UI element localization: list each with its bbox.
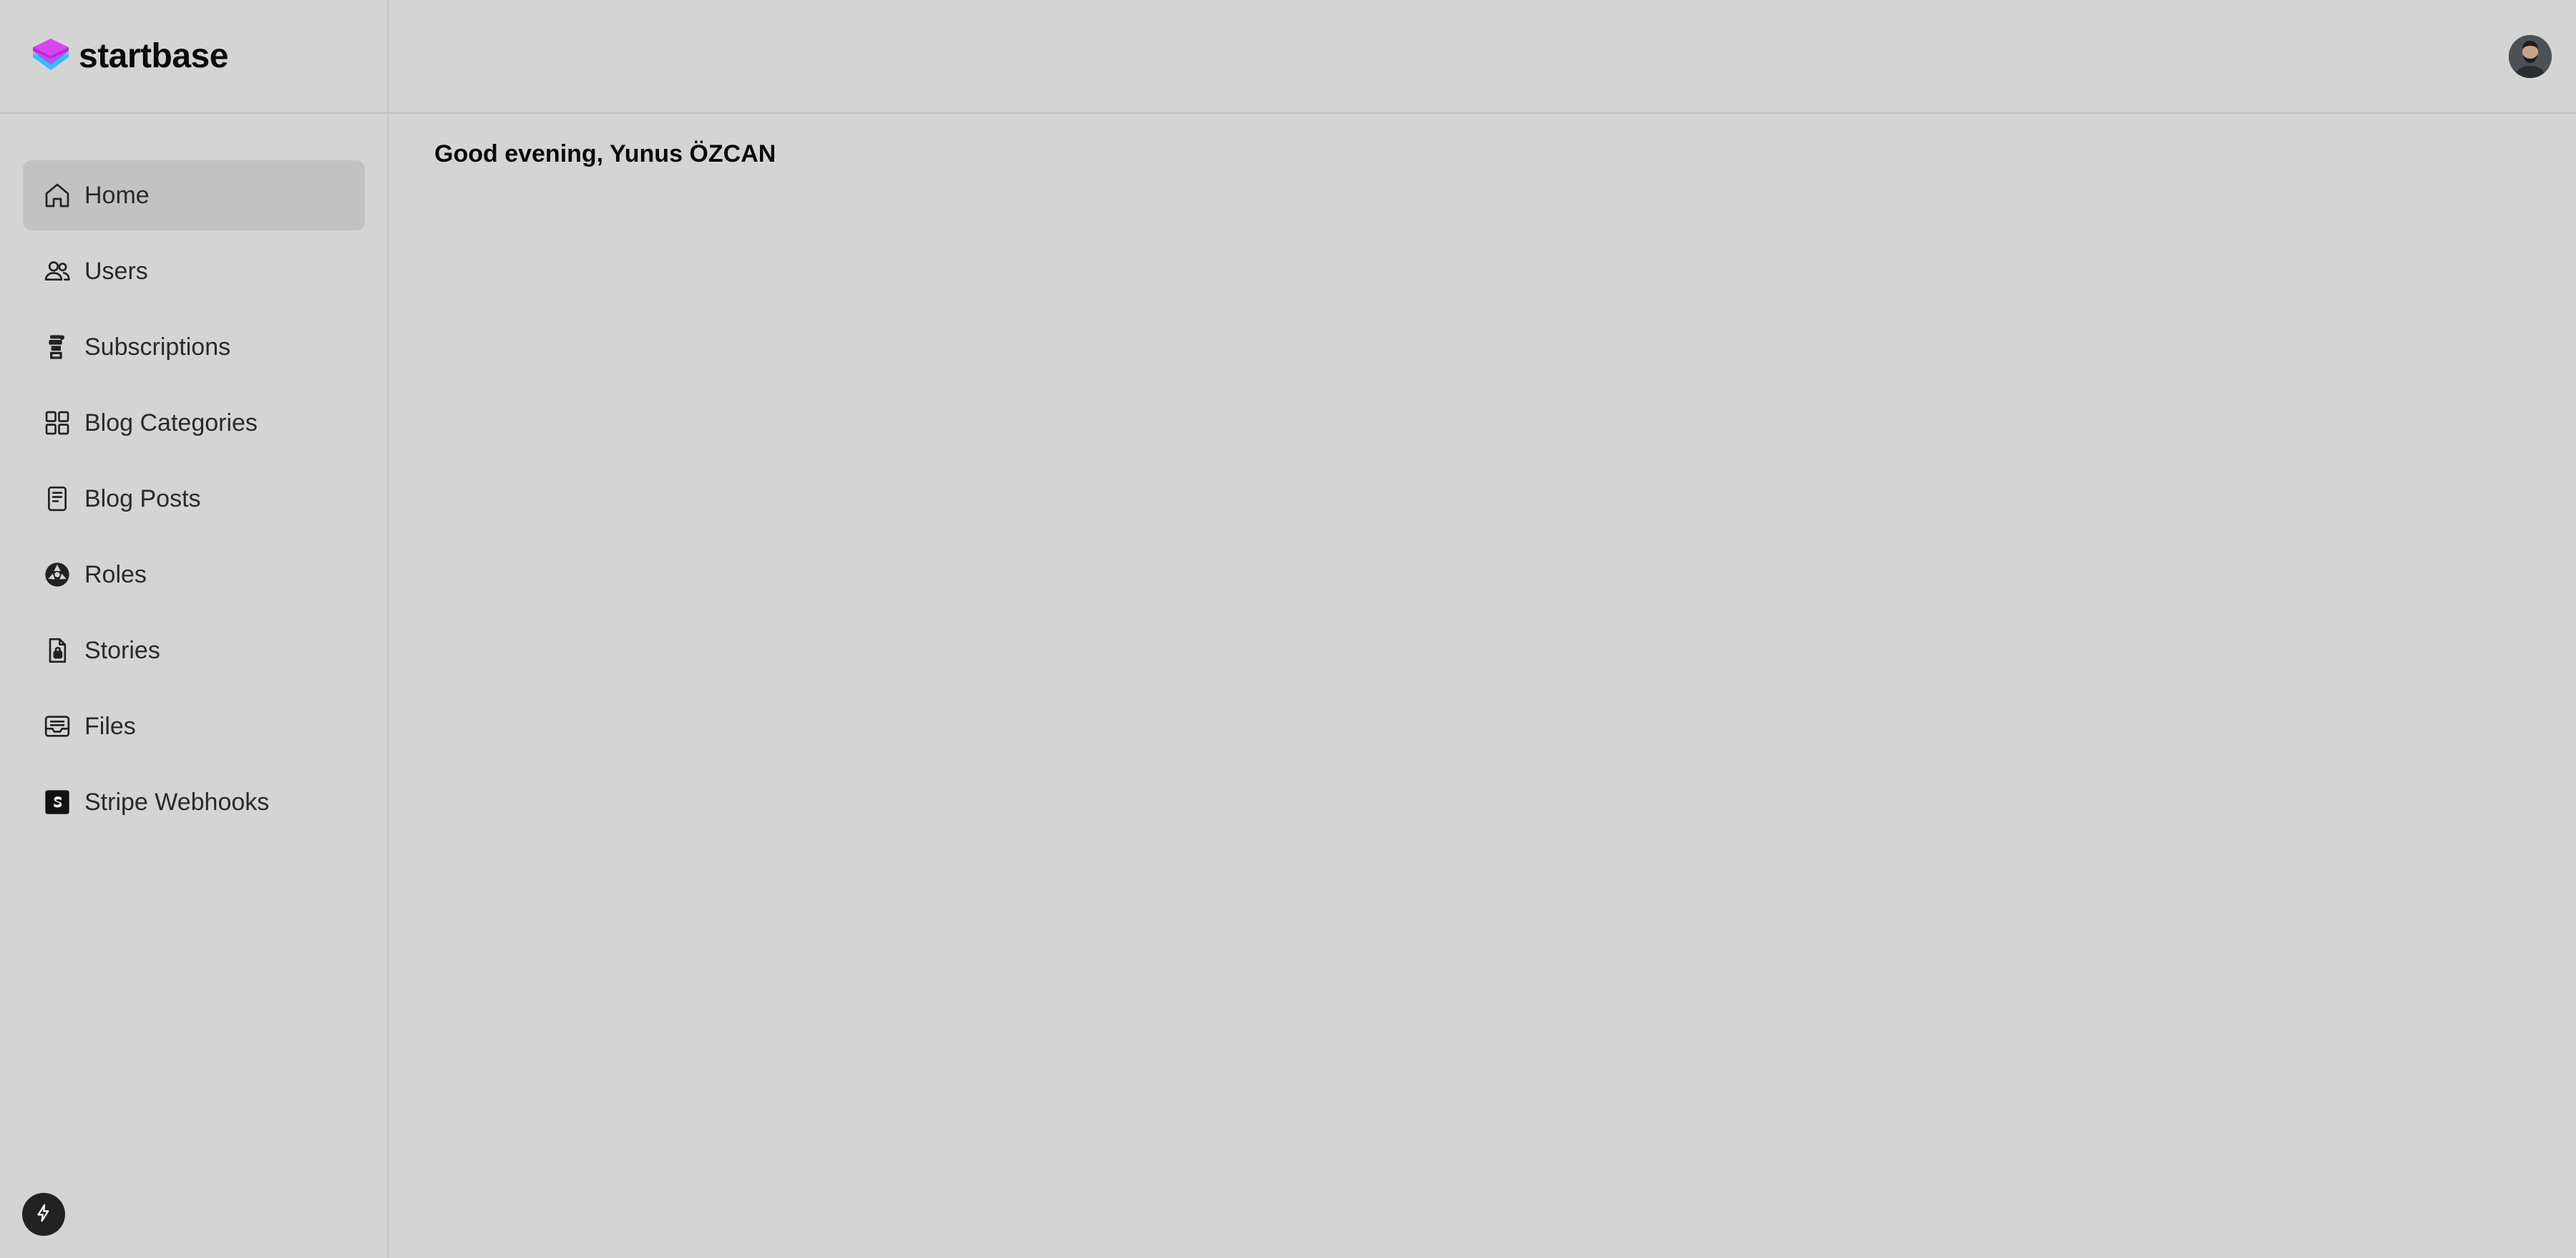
- sidebar-item-label: Files: [84, 712, 136, 740]
- layers-stack-icon: [30, 36, 72, 77]
- sidebar-item-stories[interactable]: Stories: [23, 615, 365, 686]
- sidebar-item-roles[interactable]: Roles: [23, 540, 365, 610]
- sidebar-item-label: Stories: [84, 636, 160, 664]
- sidebar-item-label: Users: [84, 257, 148, 285]
- bolt-icon: [33, 1202, 54, 1227]
- sidebar-nav: Home Users Subscriptions Blog Categories…: [23, 160, 365, 843]
- grid-icon: [43, 409, 72, 437]
- sidebar-item-label: Subscriptions: [84, 333, 231, 361]
- document-icon: [43, 484, 72, 513]
- subscriptions-icon: [43, 333, 72, 361]
- app-shell: startbase Home Users Subscriptions Blog …: [0, 0, 2576, 1258]
- sidebar-item-users[interactable]: Users: [23, 236, 365, 306]
- sidebar-item-subscriptions[interactable]: Subscriptions: [23, 312, 365, 382]
- roles-icon: [43, 560, 72, 589]
- sidebar-item-stripe-webhooks[interactable]: Stripe Webhooks: [23, 767, 365, 837]
- top-bar: [389, 0, 2576, 114]
- home-icon: [43, 181, 72, 210]
- user-avatar[interactable]: [2509, 35, 2552, 78]
- file-lock-icon: [43, 636, 72, 665]
- brand-name: startbase: [79, 37, 228, 75]
- sidebar-item-files[interactable]: Files: [23, 691, 365, 761]
- sidebar-item-label: Home: [84, 181, 150, 209]
- stripe-icon: [43, 788, 72, 816]
- users-icon: [43, 257, 72, 286]
- sidebar: startbase Home Users Subscriptions Blog …: [0, 0, 389, 1258]
- bolt-button[interactable]: [22, 1193, 65, 1236]
- sidebar-item-blog-categories[interactable]: Blog Categories: [23, 388, 365, 458]
- inbox-icon: [43, 712, 72, 741]
- brand[interactable]: startbase: [0, 0, 387, 114]
- sidebar-item-label: Roles: [84, 560, 147, 588]
- sidebar-item-label: Stripe Webhooks: [84, 788, 270, 816]
- sidebar-item-label: Blog Posts: [84, 484, 201, 512]
- greeting-heading: Good evening, Yunus ÖZCAN: [434, 140, 776, 167]
- sidebar-item-home[interactable]: Home: [23, 160, 365, 230]
- main-content: Good evening, Yunus ÖZCAN: [389, 115, 2576, 1258]
- sidebar-item-blog-posts[interactable]: Blog Posts: [23, 464, 365, 534]
- sidebar-item-label: Blog Categories: [84, 409, 258, 437]
